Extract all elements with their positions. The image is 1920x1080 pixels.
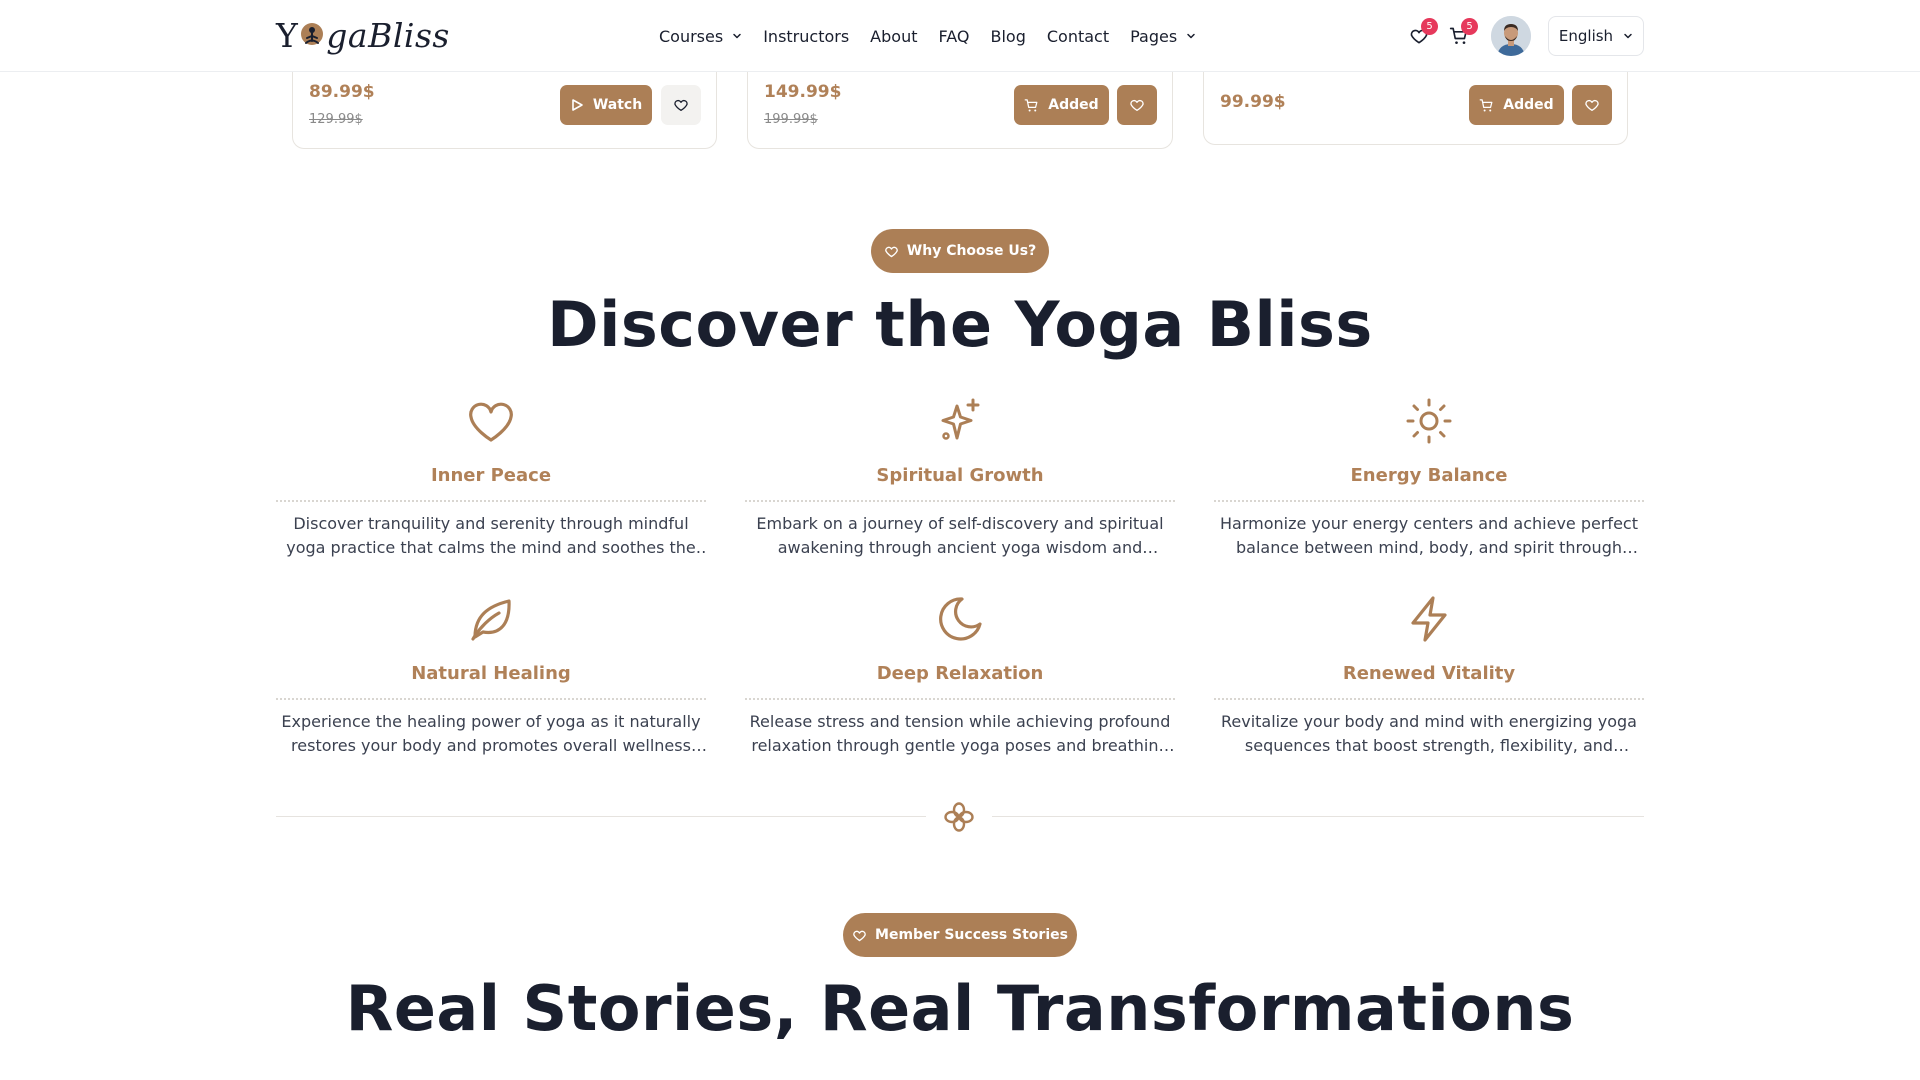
sparkles-icon [941,398,980,440]
favorite-button[interactable] [1572,85,1612,125]
heart-icon [469,402,513,442]
section-title: Discover the Yoga Bliss [547,288,1373,361]
feature-title: Inner Peace [430,465,552,486]
added-to-cart-button[interactable]: Added [1014,85,1109,125]
meditation-logo-icon [301,23,324,45]
cart-button[interactable]: 5 [1445,18,1478,50]
sun-icon [1406,398,1452,444]
leaf-icon [471,599,511,641]
course-price: 149.99$ [764,82,842,102]
chevron-down-icon [1187,33,1195,39]
play-icon [572,99,583,111]
feature-divider [745,698,1175,700]
logo-text: YgaBliss [276,16,450,55]
cart-icon [1024,98,1038,111]
favorite-button[interactable] [1117,85,1157,125]
nav-contact[interactable]: Contact [1047,27,1109,46]
moon-icon [939,597,982,641]
feature-item: Inner Peace Discover tranquility and ser… [276,396,706,560]
favorite-button[interactable] [661,85,701,125]
user-avatar-icon [1491,16,1531,56]
heart-icon [674,99,688,111]
nav-blog[interactable]: Blog [990,27,1025,46]
heart-icon [1130,99,1144,111]
language-label: English [1558,27,1614,45]
feature-divider [276,698,706,700]
feature-title: Spiritual Growth [876,465,1044,486]
nav-pages[interactable]: Pages [1130,27,1196,46]
feature-title: Natural Healing [411,663,571,684]
feature-item: Energy Balance Harmonize your energy cen… [1214,396,1644,560]
nav-faq[interactable]: FAQ [938,27,969,46]
course-price: 89.99$ [309,82,375,102]
wishlist-button[interactable]: 5 [1405,18,1438,50]
feature-description: Release stress and tension while achievi… [749,712,1171,755]
feature-description: Revitalize your body and mind with energ… [1221,712,1637,755]
nav-courses[interactable]: Courses [659,27,742,46]
logo[interactable]: YgaBliss [276,14,450,58]
why-choose-us-pill: Why Choose Us? [871,229,1049,273]
avatar[interactable] [1491,16,1531,56]
heart-icon [884,246,898,257]
feature-description: Harmonize your energy centers and achiev… [1220,514,1638,557]
cart-count-badge: 5 [1461,18,1478,35]
zap-icon [1411,596,1447,642]
feature-item: Natural Healing Experience the healing p… [276,594,706,758]
member-success-stories-pill: Member Success Stories [843,913,1077,957]
watch-button[interactable]: Watch [560,85,652,125]
course-price: 99.99$ [1220,92,1286,112]
heart-icon [1585,99,1599,111]
feature-title: Energy Balance [1350,465,1508,486]
main-nav: Courses Instructors About FAQ Blog Conta… [659,22,1217,50]
nav-about[interactable]: About [870,27,917,46]
feature-divider [1214,698,1644,700]
heart-icon [853,930,866,941]
cart-icon [1479,98,1493,111]
nav-instructors[interactable]: Instructors [763,27,849,46]
section-divider-line [276,816,926,817]
stories-title: Real Stories, Real Transformations [345,972,1575,1045]
feature-item: Deep Relaxation Release stress and tensi… [745,594,1175,758]
chevron-down-icon [1624,33,1632,39]
feature-item: Spiritual Growth Embark on a journey of … [745,396,1175,560]
added-to-cart-button[interactable]: Added [1469,85,1564,125]
feature-description: Embark on a journey of self-discovery an… [756,514,1164,557]
site-header: YgaBliss Courses Instructors About FAQ B… [0,0,1920,72]
feature-divider [745,500,1175,502]
language-selector[interactable]: English [1548,16,1644,56]
flower-icon [944,802,974,832]
feature-title: Renewed Vitality [1342,663,1516,684]
feature-title: Deep Relaxation [876,663,1044,684]
course-old-price: 199.99$ [764,112,818,127]
course-old-price: 129.99$ [309,112,363,127]
feature-description: Experience the healing power of yoga as … [281,712,701,755]
feature-divider [1214,500,1644,502]
feature-item: Renewed Vitality Revitalize your body an… [1214,594,1644,758]
feature-divider [276,500,706,502]
chevron-down-icon [733,33,741,39]
wishlist-count-badge: 5 [1421,18,1438,35]
feature-description: Discover tranquility and serenity throug… [286,514,696,557]
section-divider-line [992,816,1644,817]
